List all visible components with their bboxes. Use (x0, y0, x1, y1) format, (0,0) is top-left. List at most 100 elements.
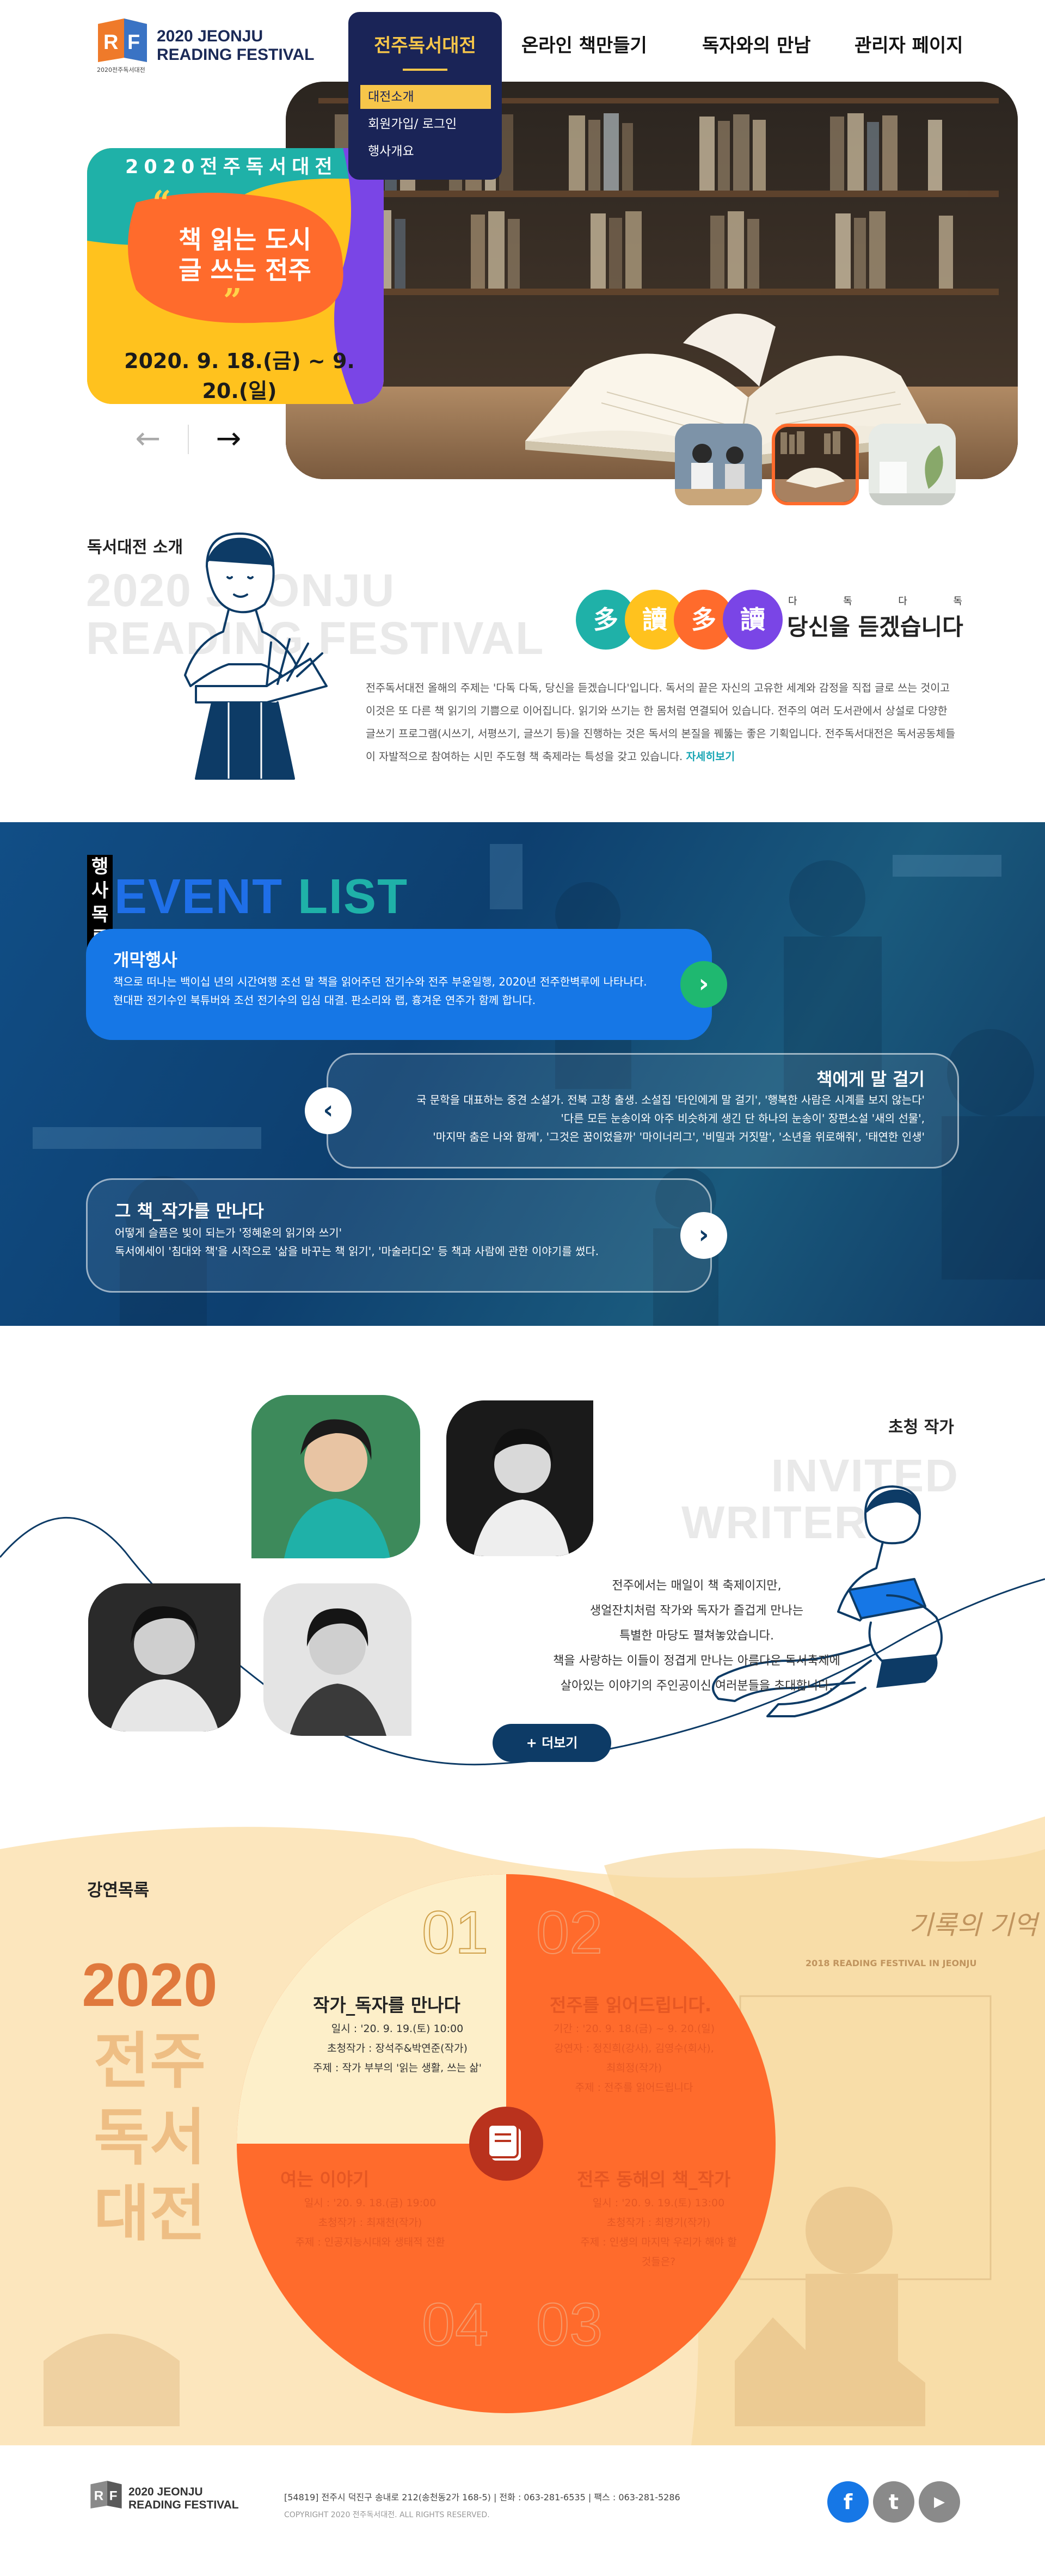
writers-section-title: 초청 작가 (888, 1418, 954, 1437)
event-item-desc: 책으로 떠나는 백이십 년의 시간여행 조선 말 책을 읽어주던 전기수와 전주… (113, 972, 647, 1009)
svg-text:F: F (109, 2489, 118, 2504)
svg-text:R: R (94, 2489, 103, 2504)
event-item-title: 개막행사 (113, 950, 177, 970)
arrow-divider (188, 425, 189, 454)
submenu-item-overview[interactable]: 행사개요 (360, 139, 491, 163)
ruby-3: 다 (898, 596, 907, 607)
event-item-talk-to-book[interactable]: 책에게 말 걸기 국 문학을 대표하는 중견 소설가. 전북 고창 출생. 소설… (327, 1053, 959, 1168)
event-item-desc-line2: '다른 모든 눈송이와 아주 비슷하게 생긴 단 하나의 눈송이' 장편소설 '… (561, 1112, 925, 1125)
event-item-meet-author[interactable]: 그 책_작가를 만나다 어떻게 슬픔은 빛이 되는가 '정혜윤의 읽기와 쓰기'… (86, 1178, 712, 1293)
lecture-item-speaker: 초청작가 : 최명기(작가) (606, 2217, 711, 2229)
hero-thumbnail-2-active[interactable] (772, 424, 859, 505)
lecture-section-title: 강연목록 (87, 1881, 150, 1900)
writers-more-button[interactable]: + 더보기 (493, 1724, 611, 1762)
lecture-item-details: 일시 : '20. 9. 18.(금) 19:00 초청작가 : 최재천(작가)… (272, 2193, 468, 2252)
writer-portrait-2 (446, 1400, 593, 1556)
site-logo[interactable]: R F 2020전주독서대전 2020 JEONJU READING FESTI… (93, 14, 321, 79)
lecture-big-kr-2: 독서 (93, 2103, 206, 2171)
event-item-desc-line2: 현대판 전기수인 북튜버와 조선 전기수의 입심 대결. 판소리와 랩, 흉겨운… (113, 994, 536, 1007)
hero-kicker: 2020전주독서대전 (125, 156, 338, 178)
lecture-item-topic: 주제 : 작가 부부의 '읽는 생활, 쓰는 삶' (313, 2062, 482, 2074)
lecture-item-topic: 주제 : 인생의 마지막 우리가 해야 할 (580, 2236, 737, 2248)
twitter-icon[interactable]: t (873, 2481, 914, 2523)
footer-logo-line2: READING FESTIVAL (128, 2499, 239, 2511)
event-author-arrow-button[interactable]: › (680, 1212, 727, 1259)
lecture-quadrant-circle (237, 1874, 776, 2413)
lecture-item-speaker: 초청작가 : 장석주&박연준(작가) (327, 2042, 468, 2054)
nav-item-online-book[interactable]: 온라인 책만들기 (521, 30, 647, 57)
writer-photo-1[interactable] (251, 1395, 420, 1558)
writer-portrait-4 (263, 1583, 411, 1736)
lecture-item-title: 작가_독자를 만나다 (313, 1994, 460, 2016)
lecture-item-details: 일시 : '20. 9. 19.(토) 10:00 초청작가 : 장석주&박연준… (294, 2019, 501, 2078)
ruby-1: 다 (788, 596, 797, 607)
event-heading-en-2: LIST (298, 870, 409, 924)
event-item-title: 책에게 말 걸기 (816, 1069, 925, 1090)
hero-date: 2020. 9. 18.(금) ~ 9. 20.(일) (124, 349, 355, 403)
lecture-item-topic: 주제 : 인공지능시대와 생태적 전환 (295, 2236, 445, 2248)
event-list-section: 행사 목록 EVENT LIST 개막행사 책으로 떠나는 백이십 년의 시간여… (0, 822, 1045, 1326)
footer-logo-line1: 2020 JEONJU (128, 2486, 203, 2498)
hero-festival-card: 2020전주독서대전 “ 책 읽는 도시 글 쓰는 전주 ” 2020. 9. … (87, 148, 384, 404)
writers-text-line4: 책을 사랑하는 이들이 정겹게 만나는 아름다운 독서축제에 (553, 1654, 840, 1668)
dadok-ruby: 다 독 다 독 (788, 593, 962, 608)
lecture-big-kr-1: 전주 (93, 2027, 206, 2095)
event-item-desc: 어떻게 슬픔은 빛이 되는가 '정혜윤의 읽기와 쓰기' 독서에세이 '침대와 … (115, 1223, 599, 1261)
event-item-desc-line1: 국 문학을 대표하는 중견 소설가. 전북 고창 출생. 소설집 '타인에게 말… (416, 1093, 925, 1106)
ruby-2: 독 (843, 596, 852, 607)
facebook-icon[interactable]: f (827, 2481, 869, 2523)
lecture-item-date: 기간 : '20. 9. 18.(금) ~ 9. 20.(일) (553, 2023, 715, 2035)
writers-text-line3: 특별한 마당도 펼쳐놓았습니다. (619, 1629, 774, 1643)
svg-text:F: F (127, 31, 140, 54)
lecture-item-date: 일시 : '20. 9. 19.(토) 10:00 (331, 2023, 464, 2035)
footer-logo-text: 2020 JEONJU READING FESTIVAL (128, 2486, 239, 2512)
nav-item-admin[interactable]: 관리자 페이지 (855, 30, 963, 57)
svg-text:R: R (103, 31, 118, 54)
lecture-item-details: 일시 : '20. 9. 19.(토) 13:00 초청작가 : 최명기(작가)… (555, 2193, 762, 2272)
submenu-item-login[interactable]: 회원가입/ 로그인 (360, 112, 491, 136)
event-opening-arrow-button[interactable]: › (680, 961, 727, 1008)
lecture-item-title: 전주 동해의 책_작가 (577, 2169, 731, 2190)
svg-text:2020전주독서대전: 2020전주독서대전 (97, 66, 145, 74)
plant-thumbnail-image (869, 424, 956, 505)
nav-item-reader-meeting[interactable]: 독자와의 만남 (702, 30, 811, 57)
logo-badge-icon: R F 2020전주독서대전 (97, 19, 147, 74)
writer-photo-4[interactable] (263, 1583, 411, 1736)
footer-info: [54819] 전주시 덕진구 송내로 212(송천동2가 168-5) | 전… (284, 2489, 680, 2524)
event-item-desc-line2: 독서에세이 '침대와 책'을 시작으로 '삶을 바꾸는 책 읽기', '마술라디… (115, 1245, 599, 1258)
ruby-4: 독 (953, 596, 962, 607)
youtube-icon[interactable]: ▶ (919, 2481, 960, 2523)
lecture-item-date: 일시 : '20. 9. 18.(금) 19:00 (304, 2197, 437, 2209)
lecture-big-title: 2020 전주 독서 대전 (79, 1947, 220, 2252)
event-talk-arrow-button[interactable]: ‹ (305, 1087, 352, 1134)
hero-thumbnail-3[interactable] (869, 424, 956, 505)
lecture-num-3: 03 (536, 2291, 603, 2359)
writer-photo-3[interactable] (88, 1583, 241, 1731)
intro-more-link[interactable]: 자세히보기 (686, 750, 735, 763)
lecture-item-title: 전주를 읽어드립니다. (550, 1994, 712, 2016)
students-thumbnail-image (675, 424, 762, 505)
lecture-item-speaker: 강연자 : 정진희(강사), 김영수(회사), (554, 2042, 714, 2054)
lecture-num-1: 01 (421, 1899, 489, 1967)
reading-woman-illustration (184, 533, 328, 780)
event-item-desc: 국 문학을 대표하는 중견 소설가. 전북 고창 출생. 소설집 '타인에게 말… (416, 1091, 925, 1146)
badge-dok-2: 讀 (723, 590, 783, 650)
hero-title: 책 읽는 도시 글 쓰는 전주 (163, 224, 327, 285)
writers-text-line1: 전주에서는 매일이 책 축제이지만, (612, 1579, 782, 1593)
hero-next-button[interactable]: → (207, 423, 250, 455)
nav-item-festival[interactable]: 전주독서대전 대전소개 회원가입/ 로그인 행사개요 (348, 12, 502, 180)
event-item-desc-line1: 책으로 떠나는 백이십 년의 시간여행 조선 말 책을 읽어주던 전기수와 전주… (113, 975, 647, 988)
writer-photo-2[interactable] (446, 1400, 593, 1556)
site-footer: R F 2020 JEONJU READING FESTIVAL [54819]… (0, 2445, 1045, 2576)
hero-thumbnail-1[interactable] (675, 424, 762, 505)
writers-intro-text: 전주에서는 매일이 책 축제이지만, 생얼잔치처럼 작가와 독자가 즐겁게 만나… (539, 1574, 855, 1699)
open-quote-icon: “ (152, 184, 171, 222)
event-item-opening[interactable]: 개막행사 책으로 떠나는 백이십 년의 시간여행 조선 말 책을 읽어주던 전기… (86, 929, 712, 1040)
hero-title-line1: 책 읽는 도시 (179, 225, 311, 254)
submenu-item-intro[interactable]: 대전소개 (360, 85, 491, 109)
footer-address: [54819] 전주시 덕진구 송내로 212(송천동2가 168-5) | 전… (284, 2492, 680, 2502)
hero-prev-button[interactable]: ← (126, 423, 170, 455)
writers-text-line2: 생얼잔치처럼 작가와 독자가 즐겁게 만나는 (589, 1604, 804, 1618)
logo-line1: 2020 JEONJU (157, 27, 263, 45)
logo-text: 2020 JEONJU READING FESTIVAL (157, 27, 314, 64)
